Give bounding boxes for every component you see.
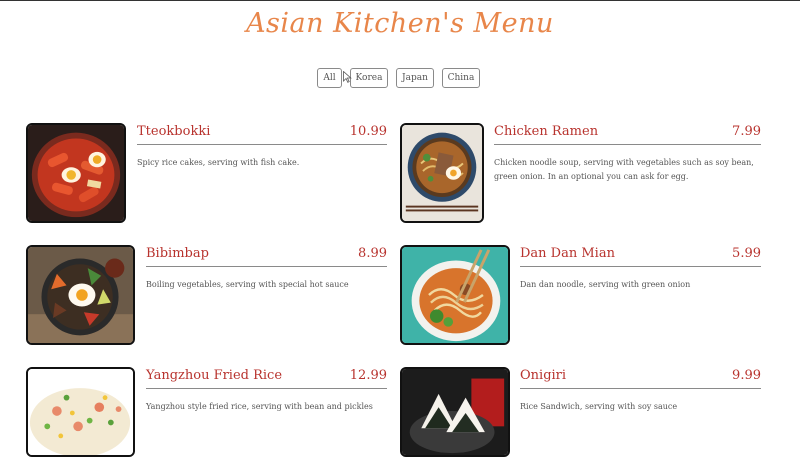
item-divider (146, 388, 387, 389)
item-description: Rice Sandwich, serving with soy sauce (520, 402, 678, 411)
item-price: 10.99 (349, 124, 387, 139)
item-name: Dan Dan Mian (520, 246, 615, 261)
item-divider (137, 144, 387, 145)
item-price: 12.99 (349, 368, 387, 383)
item-divider (520, 266, 761, 267)
filter-all-button[interactable]: All (317, 68, 342, 88)
yangzhou-fried-rice-image (26, 367, 135, 457)
item-name: Onigiri (520, 368, 567, 383)
item-name: Yangzhou Fried Rice (146, 368, 283, 383)
item-price: 8.99 (358, 246, 387, 261)
item-name: Tteokbokki (137, 124, 211, 139)
item-description: Chicken noodle soup, serving with vegeta… (494, 158, 754, 181)
item-description: Dan dan noodle, serving with green onion (520, 280, 691, 289)
page-title: Asian Kitchen's Menu (246, 8, 554, 39)
item-description: Boiling vegetables, serving with special… (146, 280, 349, 289)
item-description: Spicy rice cakes, serving with fish cake… (137, 158, 300, 167)
item-price: 9.99 (732, 368, 761, 383)
dan-dan-mian-image (400, 245, 510, 345)
item-divider (520, 388, 761, 389)
top-border (0, 0, 800, 1)
item-divider (494, 144, 761, 145)
filter-japan-button[interactable]: Japan (396, 68, 434, 88)
item-name: Bibimbap (146, 246, 209, 261)
filter-china-button[interactable]: China (442, 68, 480, 88)
item-name: Chicken Ramen (494, 124, 599, 139)
bibimbap-image (26, 245, 135, 345)
mouse-cursor-icon (343, 71, 352, 83)
item-price: 5.99 (732, 246, 761, 261)
item-description: Yangzhou style fried rice, serving with … (146, 402, 373, 411)
filter-korea-button[interactable]: Korea (350, 68, 388, 88)
chicken-ramen-image (400, 123, 484, 223)
tteokbokki-image (26, 123, 126, 223)
onigiri-image (400, 367, 510, 457)
item-price: 7.99 (732, 124, 761, 139)
item-divider (146, 266, 387, 267)
